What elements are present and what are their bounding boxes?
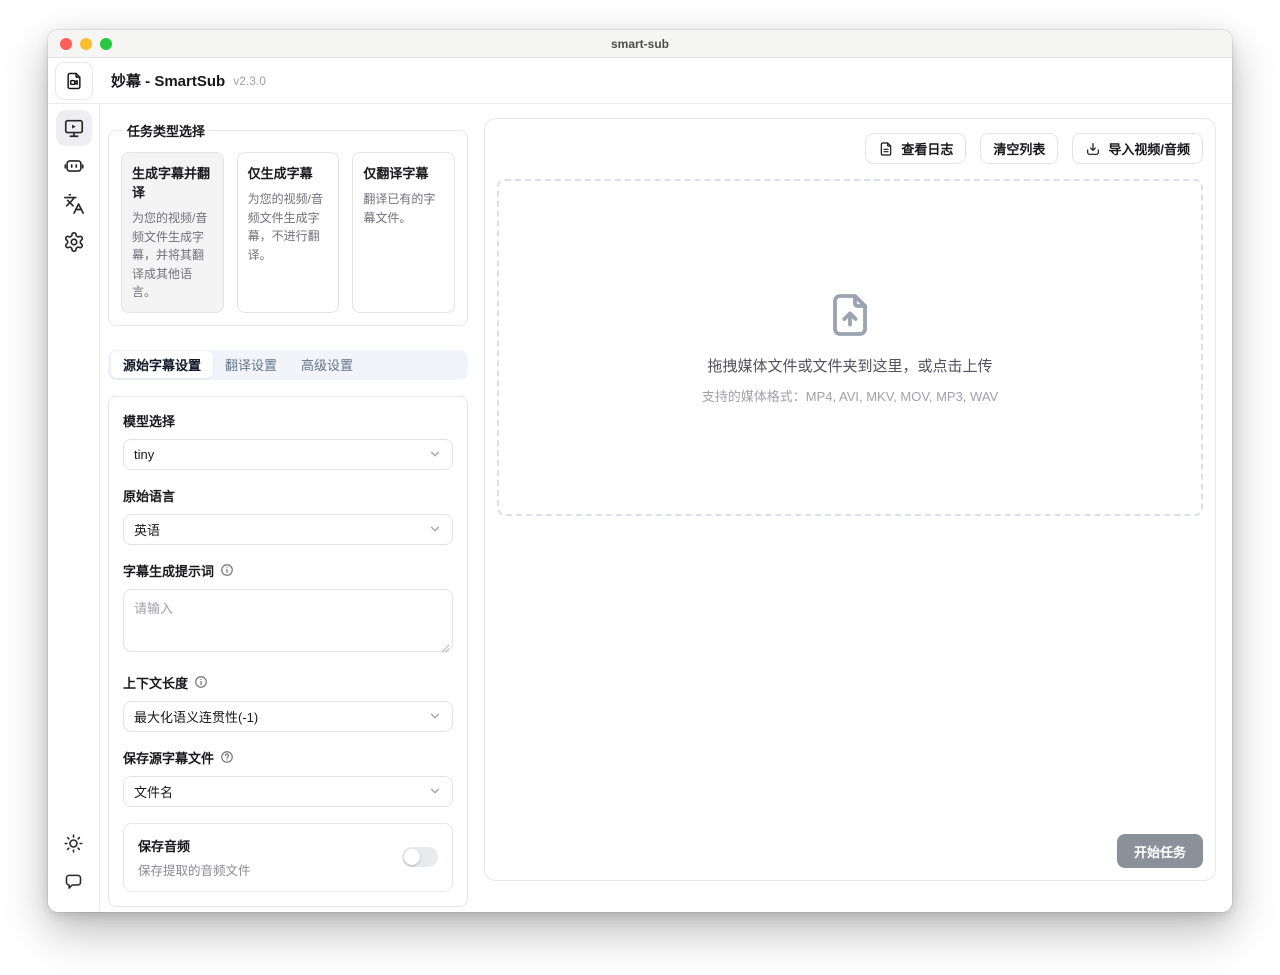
source-language-value: 英语 — [134, 520, 428, 539]
source-language-select[interactable]: 英语 — [123, 514, 453, 545]
task-type-legend: 任务类型选择 — [123, 121, 209, 140]
gear-icon — [63, 231, 85, 253]
robot-icon — [63, 155, 85, 177]
view-logs-button[interactable]: 查看日志 — [865, 133, 966, 164]
dropzone-formats: 支持的媒体格式：MP4, AVI, MKV, MOV, MP3, WAV — [702, 386, 998, 405]
task-card-generate-only[interactable]: 仅生成字幕 为您的视频/音频文件生成字幕，不进行翻译。 — [237, 152, 340, 313]
task-card-title: 仅生成字幕 — [248, 163, 329, 182]
import-media-label: 导入视频/音频 — [1108, 139, 1190, 158]
save-subtitle-select[interactable]: 文件名 — [123, 776, 453, 807]
settings-panel: 任务类型选择 生成字幕并翻译 为您的视频/音频文件生成字幕，并将其翻译成其他语言… — [108, 118, 468, 881]
task-card-desc: 翻译已有的字幕文件。 — [363, 190, 444, 227]
dropzone-text: 拖拽媒体文件或文件夹到这里，或点击上传 — [707, 355, 992, 376]
chevron-down-icon — [428, 709, 442, 723]
save-audio-desc: 保存提取的音频文件 — [138, 860, 402, 879]
clear-list-label: 清空列表 — [993, 139, 1045, 158]
window-title: smart-sub — [48, 37, 1232, 51]
model-label: 模型选择 — [123, 411, 453, 430]
media-toolbar: 查看日志 清空列表 导入视频/音频 — [497, 133, 1203, 164]
save-audio-card: 保存音频 保存提取的音频文件 — [123, 823, 453, 892]
context-length-value: 最大化语义连贯性(-1) — [134, 707, 428, 726]
question-icon[interactable] — [220, 750, 234, 764]
chevron-down-icon — [428, 522, 442, 536]
prompt-label: 字幕生成提示词 — [123, 561, 214, 580]
app-logo — [55, 62, 93, 100]
feedback-button[interactable] — [56, 863, 92, 899]
sidebar-item-translate[interactable] — [56, 186, 92, 222]
sidebar-item-tasks[interactable] — [56, 110, 92, 146]
model-select-value: tiny — [134, 447, 428, 462]
media-dropzone[interactable]: 拖拽媒体文件或文件夹到这里，或点击上传 支持的媒体格式：MP4, AVI, MK… — [497, 179, 1203, 516]
sidebar-item-settings[interactable] — [56, 224, 92, 260]
translate-icon — [63, 193, 85, 215]
tab-advanced-settings[interactable]: 高级设置 — [289, 351, 365, 378]
tab-source-subtitle-settings[interactable]: 源始字幕设置 — [111, 351, 213, 378]
view-logs-label: 查看日志 — [901, 139, 953, 158]
save-subtitle-value: 文件名 — [134, 782, 428, 801]
task-card-title: 生成字幕并翻译 — [132, 163, 213, 201]
app-version: v2.3.0 — [233, 74, 266, 88]
media-panel: 查看日志 清空列表 导入视频/音频 — [484, 118, 1216, 881]
app-window: smart-sub 妙幕 - SmartSub v2.3.0 — [48, 30, 1232, 912]
file-upload-icon — [826, 291, 874, 339]
save-subtitle-label: 保存源字幕文件 — [123, 748, 214, 767]
source-language-label: 原始语言 — [123, 486, 453, 505]
prompt-textarea[interactable] — [123, 589, 453, 652]
task-card-title: 仅翻译字幕 — [363, 163, 444, 182]
chevron-down-icon — [428, 784, 442, 798]
chevron-down-icon — [428, 447, 442, 461]
model-select[interactable]: tiny — [123, 439, 453, 470]
app-header: 妙幕 - SmartSub v2.3.0 — [48, 58, 1232, 104]
info-icon[interactable] — [220, 563, 234, 577]
sun-icon — [63, 833, 84, 854]
document-icon — [878, 141, 894, 157]
task-card-translate-only[interactable]: 仅翻译字幕 翻译已有的字幕文件。 — [352, 152, 455, 313]
task-card-desc: 为您的视频/音频文件生成字幕，不进行翻译。 — [248, 190, 329, 264]
context-length-label: 上下文长度 — [123, 673, 188, 692]
task-type-section: 任务类型选择 生成字幕并翻译 为您的视频/音频文件生成字幕，并将其翻译成其他语言… — [108, 121, 468, 326]
theme-toggle-button[interactable] — [56, 825, 92, 861]
app-title: 妙幕 - SmartSub — [111, 70, 225, 91]
monitor-play-icon — [63, 117, 85, 139]
start-task-button[interactable]: 开始任务 — [1117, 834, 1203, 868]
toggle-knob — [404, 849, 420, 865]
video-file-icon — [64, 71, 84, 91]
import-media-button[interactable]: 导入视频/音频 — [1072, 133, 1203, 164]
source-subtitle-form: 模型选择 tiny 原始语言 英语 — [108, 396, 468, 907]
save-audio-toggle[interactable] — [402, 847, 438, 867]
task-card-generate-and-translate[interactable]: 生成字幕并翻译 为您的视频/音频文件生成字幕，并将其翻译成其他语言。 — [121, 152, 224, 313]
save-audio-title: 保存音频 — [138, 836, 402, 855]
import-icon — [1085, 141, 1101, 157]
sidebar-item-bot[interactable] — [56, 148, 92, 184]
clear-list-button[interactable]: 清空列表 — [980, 133, 1058, 164]
context-length-select[interactable]: 最大化语义连贯性(-1) — [123, 701, 453, 732]
feedback-bubble-icon — [63, 871, 84, 892]
sidebar — [48, 104, 100, 911]
tab-translation-settings[interactable]: 翻译设置 — [213, 351, 289, 378]
info-icon[interactable] — [194, 675, 208, 689]
titlebar: smart-sub — [48, 30, 1232, 58]
task-card-desc: 为您的视频/音频文件生成字幕，并将其翻译成其他语言。 — [132, 209, 213, 302]
settings-tabstrip: 源始字幕设置 翻译设置 高级设置 — [108, 350, 468, 380]
